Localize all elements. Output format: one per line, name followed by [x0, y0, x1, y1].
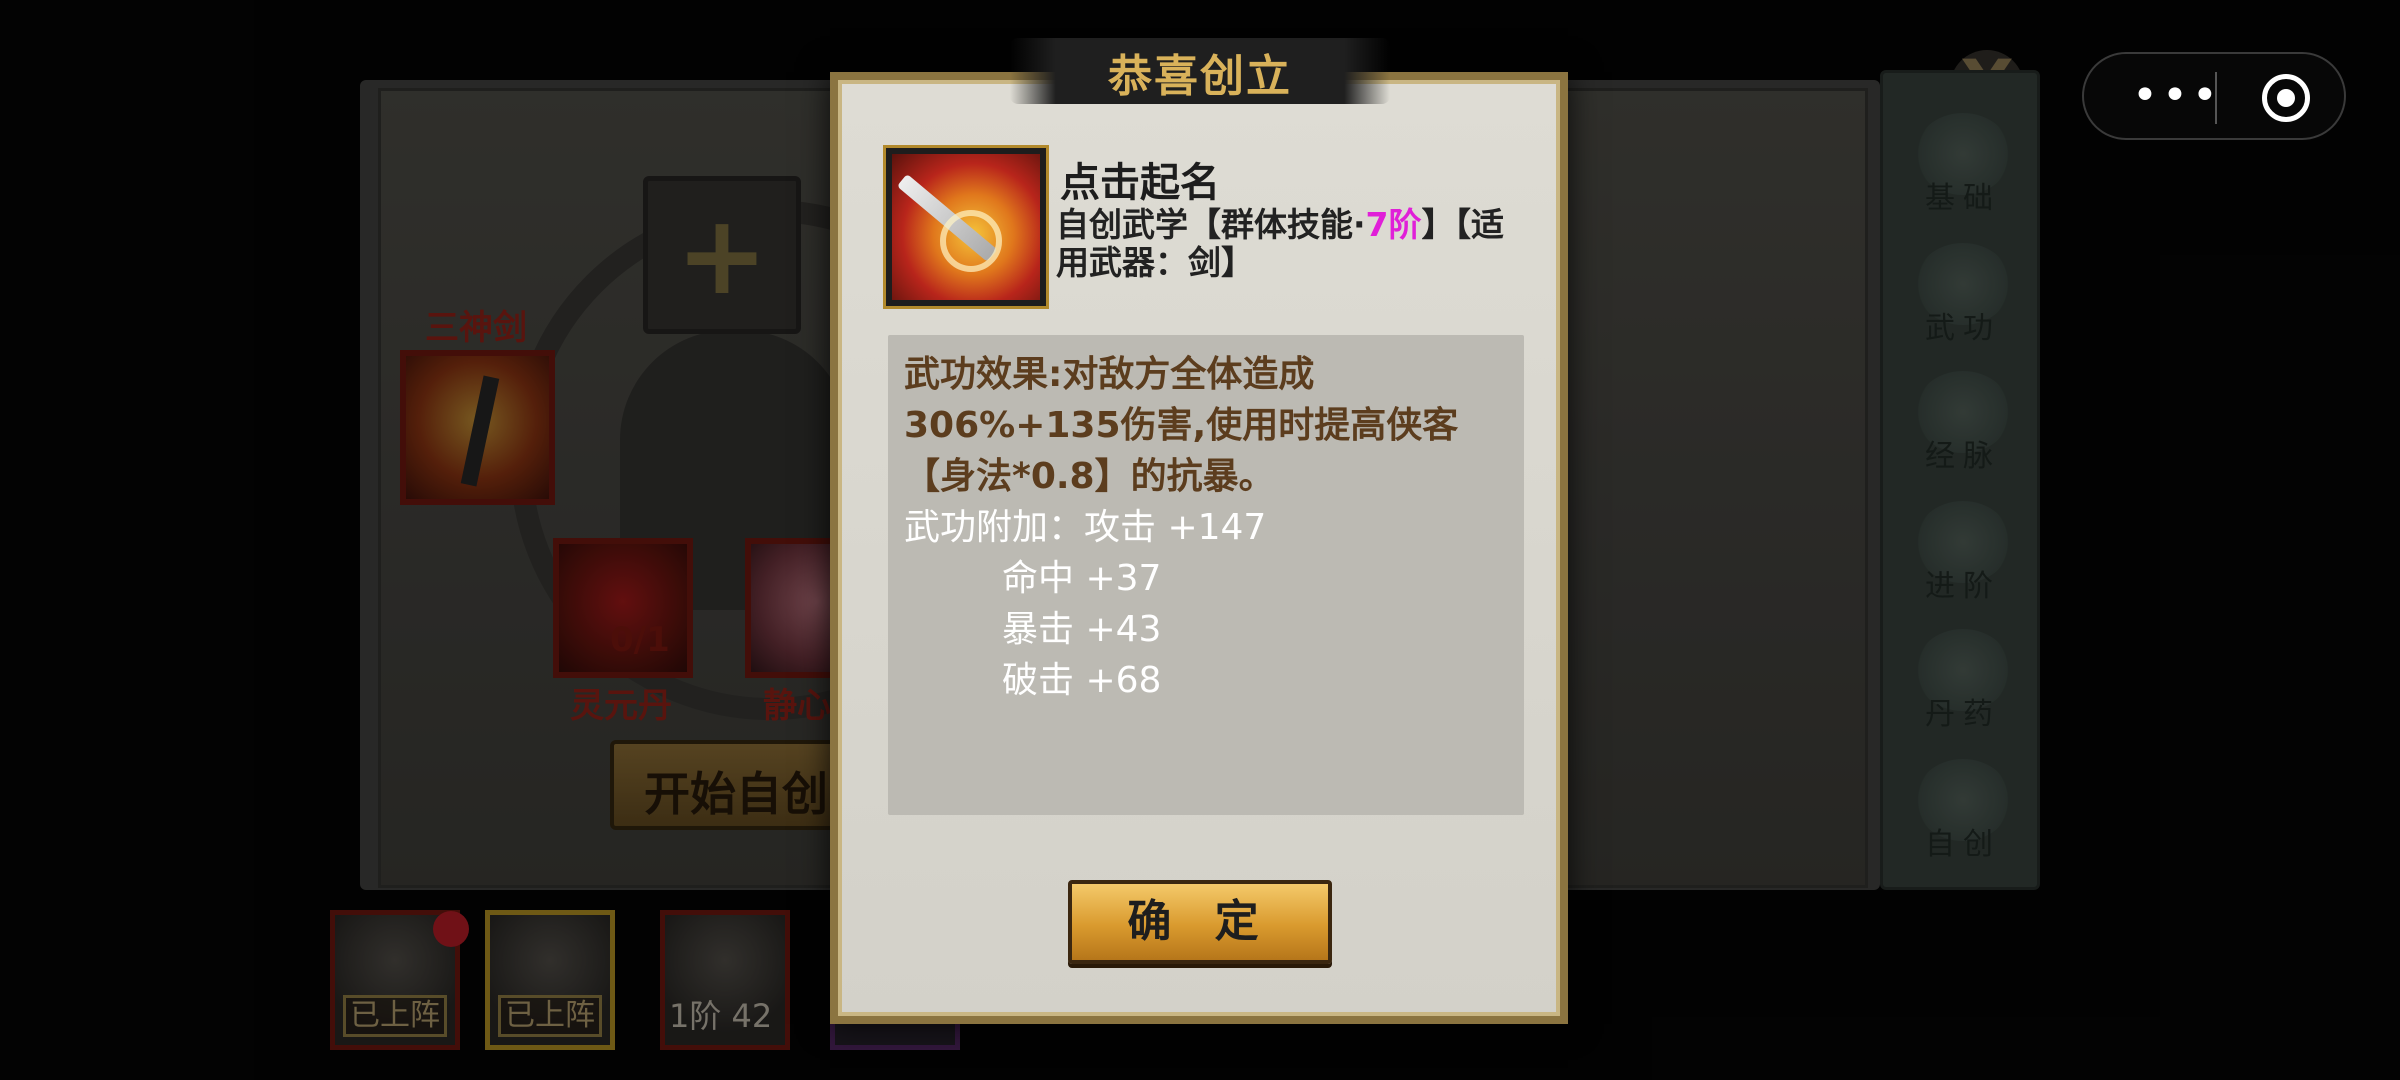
- skill-type-prefix: 自创武学【群体技能·: [1056, 205, 1366, 244]
- stat-hit: 命中 +37: [1002, 558, 1162, 599]
- skill-grade: 7阶: [1365, 205, 1422, 244]
- mini-program-capsule: •••: [2082, 52, 2346, 140]
- skill-name-field[interactable]: 点击起名: [1060, 150, 1220, 208]
- exit-target-icon[interactable]: [2262, 74, 2310, 122]
- skill-effect-box: 武功效果:对敌方全体造成306%+135伤害,使用时提高侠客【身法*0.8】的抗…: [888, 335, 1524, 815]
- more-icon[interactable]: •••: [2132, 74, 2222, 118]
- stat-crit: 暴击 +43: [1002, 609, 1162, 650]
- confirm-button[interactable]: 确 定: [1068, 880, 1332, 964]
- stat-attack: 武功附加：攻击 +147: [904, 507, 1267, 548]
- capsule-divider: [2215, 72, 2217, 124]
- stat-pierce: 破击 +68: [1002, 660, 1162, 701]
- skill-sword-icon: [883, 145, 1049, 309]
- effect-description: 武功效果:对敌方全体造成306%+135伤害,使用时提高侠客【身法*0.8】的抗…: [904, 354, 1459, 497]
- skill-type: 自创武学【群体技能·7阶】【适用武器：剑】: [1056, 206, 1536, 282]
- dialog-title: 恭喜创立: [1108, 51, 1292, 102]
